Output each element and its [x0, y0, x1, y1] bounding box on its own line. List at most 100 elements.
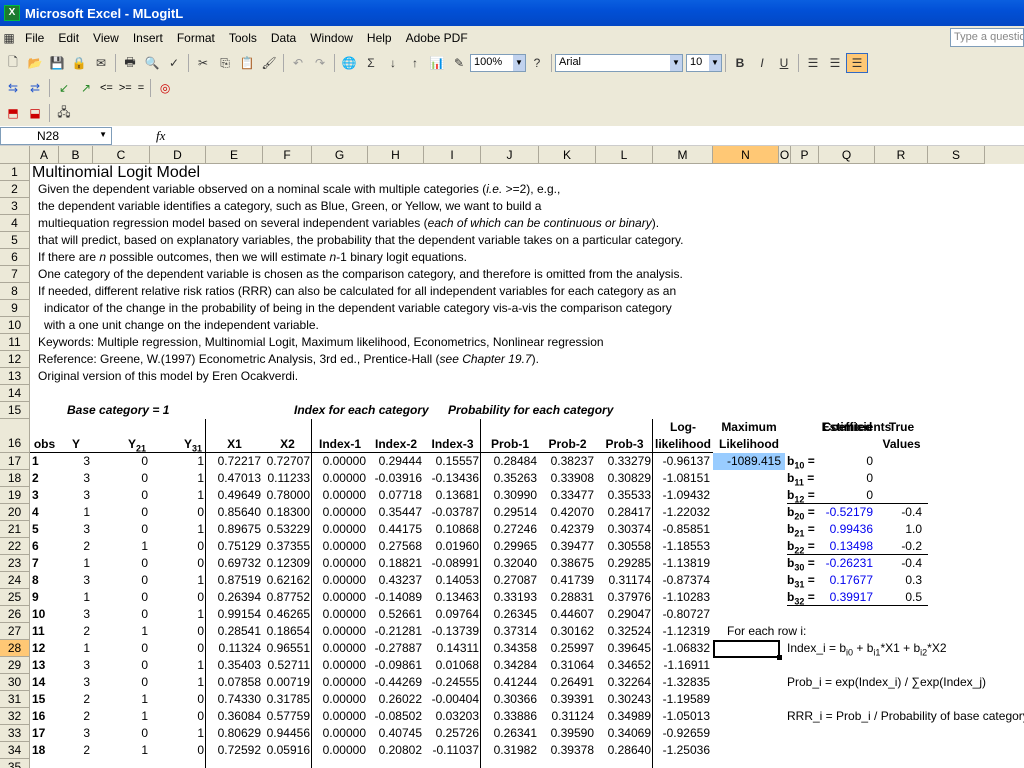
drawing-icon[interactable]: ✎ — [448, 53, 470, 73]
column-header-E[interactable]: E — [206, 146, 263, 164]
menu-window[interactable]: Window — [303, 31, 360, 45]
zoom-select[interactable]: 100% ▼ — [470, 54, 526, 72]
row-header[interactable]: 35 — [0, 759, 30, 768]
menu-format[interactable]: Format — [170, 31, 222, 45]
row-header[interactable]: 14 — [0, 385, 30, 402]
column-header-J[interactable]: J — [481, 146, 539, 164]
column-header-K[interactable]: K — [539, 146, 596, 164]
sort-ascending-icon[interactable]: ↓ — [382, 53, 404, 73]
sort-descending-icon[interactable]: ↑ — [404, 53, 426, 73]
row-header[interactable]: 16 — [0, 419, 30, 453]
row-header[interactable]: 3 — [0, 198, 30, 215]
row-header[interactable]: 33 — [0, 725, 30, 742]
row-header[interactable]: 30 — [0, 674, 30, 691]
row-header[interactable]: 15 — [0, 402, 30, 419]
solver-reverse-icon[interactable]: ⇄ — [24, 78, 46, 98]
chart-trend-icon[interactable]: ↗ — [75, 78, 97, 98]
row-header[interactable]: 22 — [0, 538, 30, 555]
row-header[interactable]: 11 — [0, 334, 30, 351]
column-header-S[interactable]: S — [928, 146, 985, 164]
worksheet-grid[interactable]: ABCDEFGHIJKLMNOPQRS 1 2 3 4 5 6 7 8 9 10 11 12 13 14 1… — [0, 146, 1024, 768]
eq-button[interactable]: = — [135, 82, 147, 94]
column-header-A[interactable]: A — [30, 146, 59, 164]
column-header-P[interactable]: P — [791, 146, 819, 164]
active-cell-selection[interactable] — [713, 640, 780, 658]
column-header-L[interactable]: L — [596, 146, 653, 164]
row-header[interactable]: 12 — [0, 351, 30, 368]
row-header[interactable]: 17 — [0, 453, 30, 470]
row-header[interactable]: 6 — [0, 249, 30, 266]
row-header[interactable]: 18 — [0, 470, 30, 487]
copy-icon[interactable]: ⎘ — [214, 53, 236, 73]
row-header[interactable]: 34 — [0, 742, 30, 759]
undo-icon[interactable]: ↶ — [287, 53, 309, 73]
column-header-Q[interactable]: Q — [819, 146, 875, 164]
row-header[interactable]: 27 — [0, 623, 30, 640]
column-header-D[interactable]: D — [150, 146, 206, 164]
column-header-M[interactable]: M — [653, 146, 713, 164]
help-icon[interactable]: ? — [526, 53, 548, 73]
row-header[interactable]: 2 — [0, 181, 30, 198]
font-select[interactable]: Arial ▼ — [555, 54, 683, 72]
fx-icon[interactable]: fx — [156, 128, 165, 144]
align-center-icon[interactable]: ☰ — [824, 53, 846, 73]
le-button[interactable]: <= — [97, 82, 116, 94]
open-icon[interactable]: 📂 — [24, 53, 46, 73]
italic-button[interactable]: I — [751, 53, 773, 73]
row-header[interactable]: 24 — [0, 572, 30, 589]
network-icon[interactable]: 🖧 — [53, 103, 75, 123]
font-size-select[interactable]: 10 ▼ — [686, 54, 722, 72]
column-header-C[interactable]: C — [93, 146, 150, 164]
save-icon[interactable]: 💾 — [46, 53, 68, 73]
bold-button[interactable]: B — [729, 53, 751, 73]
autosum-icon[interactable]: Σ — [360, 53, 382, 73]
format-painter-icon[interactable]: 🖌 — [258, 53, 280, 73]
solver-icon[interactable]: ⇆ — [2, 78, 24, 98]
pdf-icon[interactable]: ⬒ — [2, 103, 24, 123]
row-header[interactable]: 29 — [0, 657, 30, 674]
menu-tools[interactable]: Tools — [222, 31, 264, 45]
print-preview-icon[interactable]: 🔍 — [141, 53, 163, 73]
menu-adobe-pdf[interactable]: Adobe PDF — [399, 31, 475, 45]
cut-icon[interactable]: ✂ — [192, 53, 214, 73]
row-header[interactable]: 10 — [0, 317, 30, 334]
menu-help[interactable]: Help — [360, 31, 399, 45]
name-box[interactable]: N28 ▼ — [0, 126, 112, 145]
chart-wizard-icon[interactable]: 📊 — [426, 53, 448, 73]
column-header-R[interactable]: R — [875, 146, 928, 164]
row-header[interactable]: 23 — [0, 555, 30, 572]
email-icon[interactable]: ✉ — [90, 53, 112, 73]
align-right-icon[interactable]: ☰ — [846, 53, 868, 73]
column-header-B[interactable]: B — [59, 146, 93, 164]
spelling-icon[interactable]: ✓ — [163, 53, 185, 73]
row-header[interactable]: 4 — [0, 215, 30, 232]
row-header[interactable]: 7 — [0, 266, 30, 283]
menu-file[interactable]: File — [18, 31, 51, 45]
paste-icon[interactable]: 📋 — [236, 53, 258, 73]
row-header[interactable]: 20 — [0, 504, 30, 521]
menu-edit[interactable]: Edit — [51, 31, 86, 45]
row-header[interactable]: 28 — [0, 640, 30, 657]
row-header[interactable]: 9 — [0, 300, 30, 317]
underline-button[interactable]: U — [773, 53, 795, 73]
row-header[interactable]: 8 — [0, 283, 30, 300]
align-left-icon[interactable]: ☰ — [802, 53, 824, 73]
row-header[interactable]: 26 — [0, 606, 30, 623]
target-icon[interactable]: ◎ — [154, 78, 176, 98]
select-all-corner[interactable] — [0, 146, 30, 164]
column-header-H[interactable]: H — [368, 146, 424, 164]
pdf-email-icon[interactable]: ⬓ — [24, 103, 46, 123]
column-header-G[interactable]: G — [312, 146, 368, 164]
menu-insert[interactable]: Insert — [126, 31, 170, 45]
row-header[interactable]: 21 — [0, 521, 30, 538]
print-icon[interactable]: 🖶 — [119, 53, 141, 73]
column-header-I[interactable]: I — [424, 146, 481, 164]
row-header[interactable]: 13 — [0, 368, 30, 385]
row-header[interactable]: 31 — [0, 691, 30, 708]
row-header[interactable]: 25 — [0, 589, 30, 606]
hyperlink-icon[interactable]: 🌐 — [338, 53, 360, 73]
fill-handle[interactable] — [777, 655, 782, 660]
chart-check-icon[interactable]: ↙ — [53, 78, 75, 98]
ask-question-input[interactable]: Type a question — [950, 28, 1024, 47]
row-header[interactable]: 32 — [0, 708, 30, 725]
